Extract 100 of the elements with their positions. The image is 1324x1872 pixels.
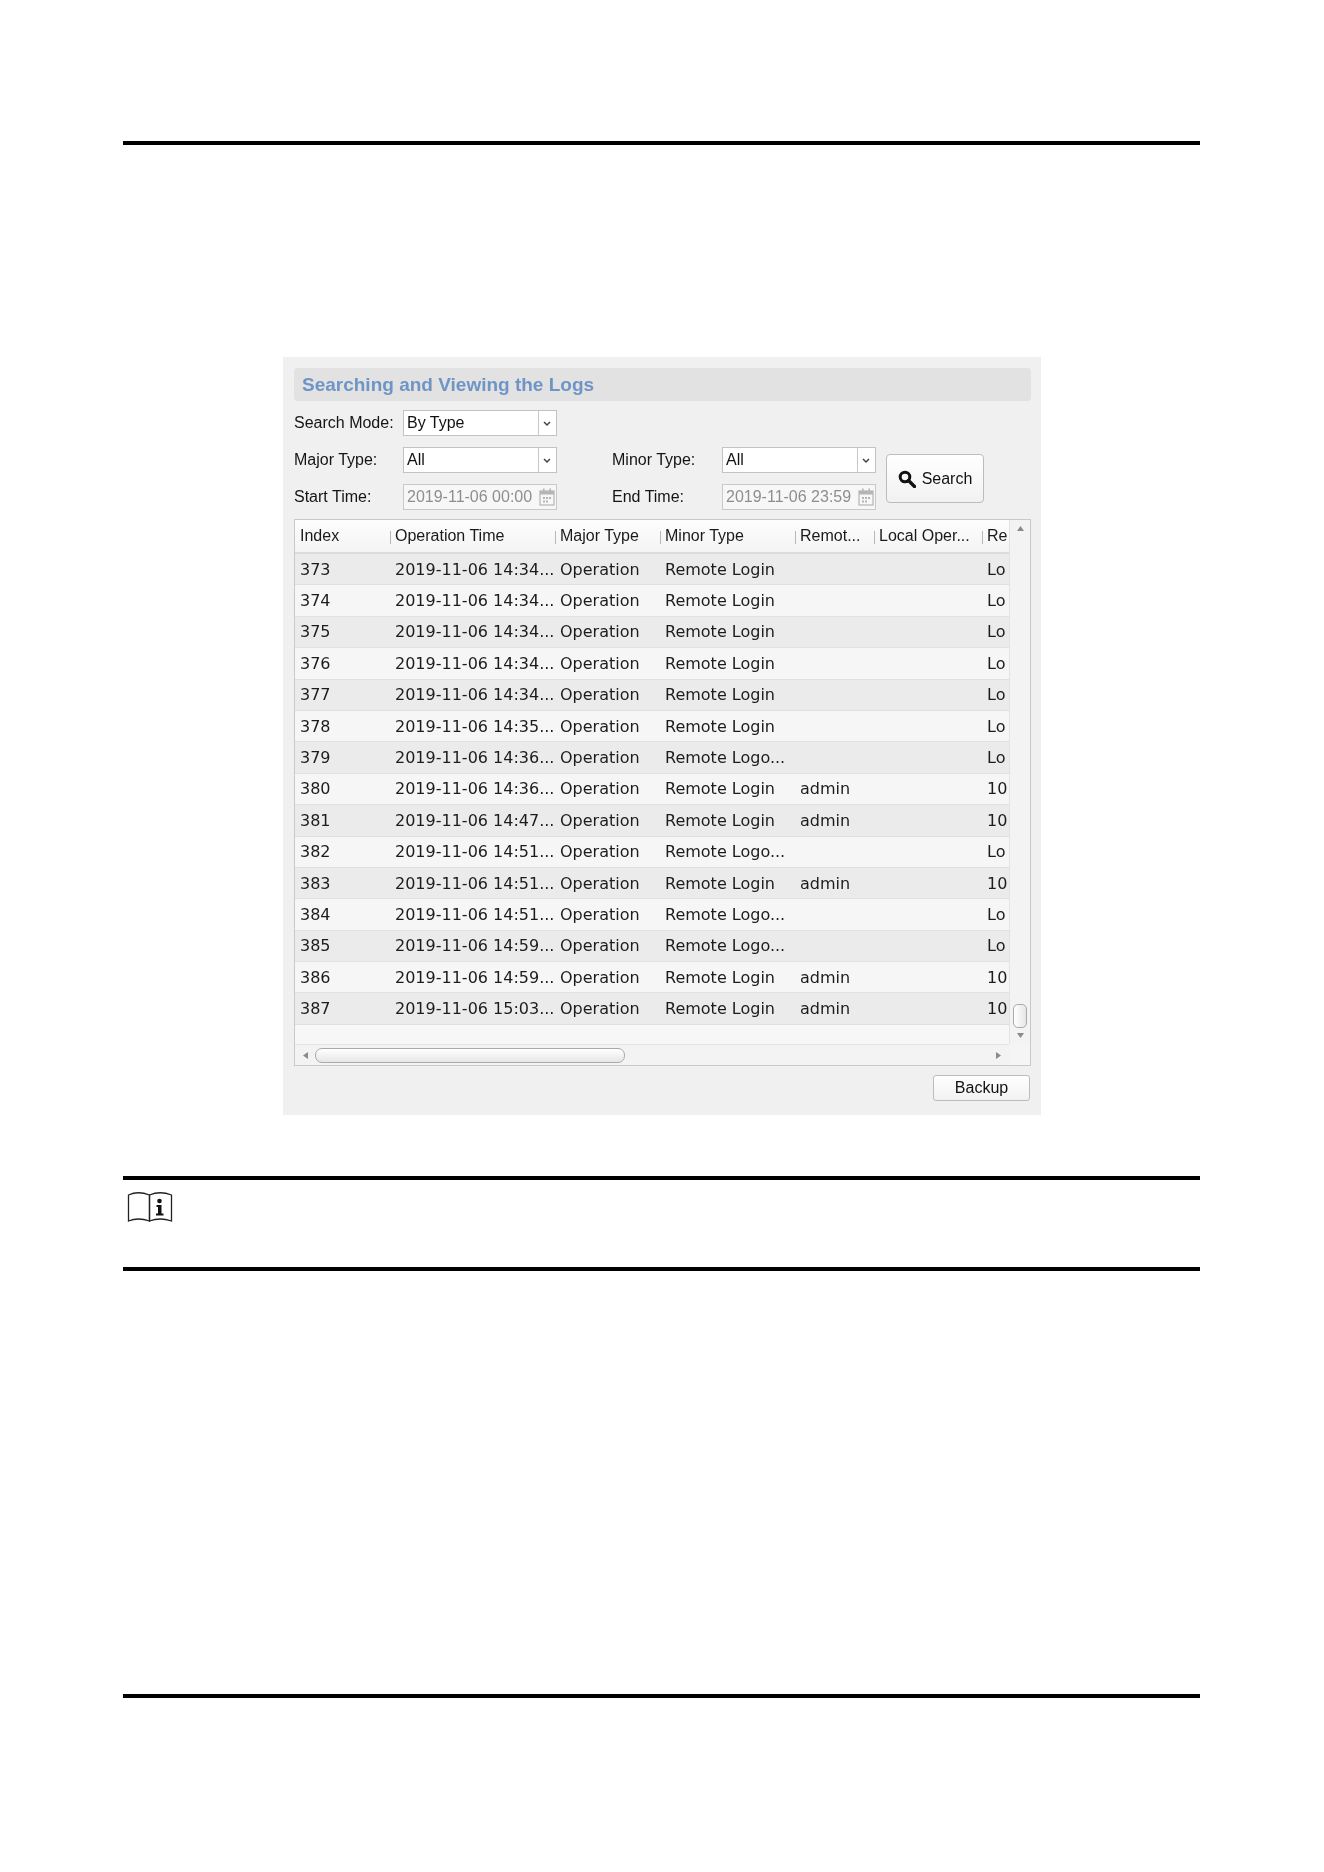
table-cell-text: 2019-11-06 14:34... bbox=[394, 558, 555, 581]
field-label: Major Type: bbox=[294, 451, 379, 469]
table-cell-text: admin bbox=[799, 778, 852, 801]
scrollbar-thumb[interactable] bbox=[315, 1047, 625, 1063]
table-row[interactable]: 375 2019-11-06 14:34... Operation Remote Login Lo bbox=[295, 616, 1009, 649]
search-button[interactable]: Search bbox=[886, 454, 984, 503]
table-cell-text: Operation bbox=[559, 558, 641, 581]
table-row[interactable]: 379 2019-11-06 14:36... Operation Remote Logo... Lo bbox=[295, 742, 1009, 774]
table-cell-text: Remote Login bbox=[664, 998, 776, 1021]
table-cell-text: Lo bbox=[986, 904, 1007, 926]
table-row[interactable]: 381 2019-11-06 14:47... Operation Remote Login admin 10 bbox=[295, 805, 1009, 837]
horizontal-scrollbar[interactable] bbox=[295, 1044, 1009, 1065]
scrollbar-thumb[interactable] bbox=[1013, 1004, 1027, 1028]
column-header[interactable]: Major Type bbox=[555, 520, 660, 552]
table-cell-text: Lo bbox=[986, 621, 1007, 644]
table-cell-text: Remote Login bbox=[664, 872, 776, 895]
scroll-left-icon[interactable] bbox=[303, 1051, 308, 1059]
table-cell-text: Lo bbox=[986, 558, 1007, 581]
field-label: Start Time: bbox=[294, 488, 373, 506]
table-cell-text: 382 bbox=[299, 841, 332, 864]
table-cell-text: Operation bbox=[559, 872, 641, 895]
table-cell-text: Remote Login bbox=[664, 621, 776, 644]
table-cell-text: Lo bbox=[986, 590, 1007, 613]
table-row[interactable]: 373 2019-11-06 14:34... Operation Remote Login Lo bbox=[295, 554, 1009, 586]
table-cell-text: Operation bbox=[559, 809, 641, 832]
dropdown-select[interactable]: By Type bbox=[403, 410, 557, 436]
search-icon bbox=[897, 469, 916, 488]
table-cell-text: admin bbox=[799, 998, 852, 1021]
table-cell-text: 2019-11-06 14:35... bbox=[394, 715, 555, 738]
table-cell-text: Lo bbox=[986, 715, 1007, 738]
column-header[interactable]: Index bbox=[295, 520, 390, 552]
table-cell-text: 10 bbox=[986, 778, 1009, 801]
table-cell-text: 386 bbox=[299, 966, 332, 989]
table-cell-text: Operation bbox=[559, 998, 641, 1021]
table-cell-text: 380 bbox=[299, 778, 332, 801]
vertical-scrollbar[interactable] bbox=[1009, 520, 1030, 1044]
scroll-up-icon[interactable] bbox=[1016, 526, 1024, 531]
dropdown-select[interactable]: All bbox=[722, 447, 876, 473]
table-cell-text: Operation bbox=[559, 621, 641, 644]
table-cell-text: 381 bbox=[299, 809, 332, 832]
backup-button[interactable]: Backup bbox=[933, 1075, 1030, 1101]
table-cell-text: 385 bbox=[299, 935, 332, 958]
table-cell-text: Operation bbox=[559, 966, 641, 989]
table-cell-text: 2019-11-06 14:51... bbox=[394, 872, 555, 895]
table-cell-text: 2019-11-06 14:59... bbox=[394, 935, 555, 958]
table-row[interactable]: 387 2019-11-06 15:03... Operation Remote Login admin 10 bbox=[295, 993, 1009, 1025]
column-header[interactable]: Remot... bbox=[795, 520, 874, 552]
table-cell-text: Lo bbox=[986, 841, 1007, 864]
table-cell-text: Remote Login bbox=[664, 966, 776, 989]
table-cell-text: Operation bbox=[559, 715, 641, 738]
table-cell-text: 10 bbox=[986, 966, 1009, 989]
table-cell-text: 2019-11-06 15:03... bbox=[394, 998, 555, 1021]
table-cell-text: 10 bbox=[986, 809, 1009, 832]
table-cell-text: Remote Login bbox=[664, 558, 776, 581]
scroll-down-icon[interactable] bbox=[1016, 1033, 1024, 1038]
table-cell-text: 10 bbox=[986, 998, 1009, 1021]
field-label: Minor Type: bbox=[612, 451, 697, 469]
table-cell-text: Remote Login bbox=[664, 684, 776, 707]
table-cell-text: 2019-11-06 14:34... bbox=[394, 621, 555, 644]
table-cell-text: Operation bbox=[559, 684, 641, 707]
table-cell-text: Remote Logo... bbox=[664, 935, 787, 958]
table-row[interactable]: 385 2019-11-06 14:59... Operation Remote Logo... Lo bbox=[295, 930, 1009, 963]
table-row[interactable]: 377 2019-11-06 14:34... Operation Remote Login Lo bbox=[295, 679, 1009, 711]
table-cell-text: 377 bbox=[299, 684, 332, 707]
table-cell-text: Lo bbox=[986, 652, 1007, 675]
info-book-icon bbox=[127, 1189, 173, 1223]
table-cell-text: admin bbox=[799, 872, 852, 895]
column-header[interactable]: Local Oper... bbox=[874, 520, 982, 552]
table-cell-text: Remote Login bbox=[664, 715, 776, 738]
field-label: Search Mode: bbox=[294, 414, 395, 432]
table-cell-text: Remote Login bbox=[664, 652, 776, 675]
table-cell-text: 2019-11-06 14:34... bbox=[394, 652, 555, 675]
table-cell-text: admin bbox=[799, 966, 852, 989]
scroll-right-icon[interactable] bbox=[996, 1051, 1001, 1059]
table-cell-text: 2019-11-06 14:34... bbox=[394, 684, 555, 707]
table-cell-text: 374 bbox=[299, 590, 332, 613]
table-row[interactable]: 383 2019-11-06 14:51... Operation Remote Login admin 10 bbox=[295, 867, 1009, 900]
column-header[interactable]: Re bbox=[982, 520, 1009, 552]
column-header[interactable]: Minor Type bbox=[660, 520, 795, 552]
table-cell-text: 384 bbox=[299, 904, 332, 926]
table-cell-text: Remote Login bbox=[664, 590, 776, 613]
table-cell-text: Remote Logo... bbox=[664, 841, 787, 864]
table-cell-text: Operation bbox=[559, 904, 641, 926]
table-cell-text: Lo bbox=[986, 747, 1007, 770]
table-cell-text: 379 bbox=[299, 747, 332, 770]
dropdown-select[interactable]: All bbox=[403, 447, 557, 473]
table-cell-text: Operation bbox=[559, 778, 641, 801]
table-cell-text: 2019-11-06 14:34... bbox=[394, 590, 555, 613]
column-header[interactable]: Operation Time bbox=[390, 520, 555, 552]
table-cell-text: 373 bbox=[299, 558, 332, 581]
table-cell-text: 2019-11-06 14:51... bbox=[394, 841, 555, 864]
table-cell-text: Operation bbox=[559, 652, 641, 675]
table-cell-text: 10 bbox=[986, 872, 1009, 895]
table-cell-text: Operation bbox=[559, 747, 641, 770]
table-cell-text: Remote Logo... bbox=[664, 904, 787, 926]
table-cell-text: Remote Login bbox=[664, 809, 776, 832]
table-cell-text: Remote Logo... bbox=[664, 747, 787, 770]
panel-title: Searching and Viewing the Logs bbox=[294, 368, 1031, 401]
table-cell-text: 2019-11-06 14:36... bbox=[394, 747, 555, 770]
table-cell-text: 387 bbox=[299, 998, 332, 1021]
